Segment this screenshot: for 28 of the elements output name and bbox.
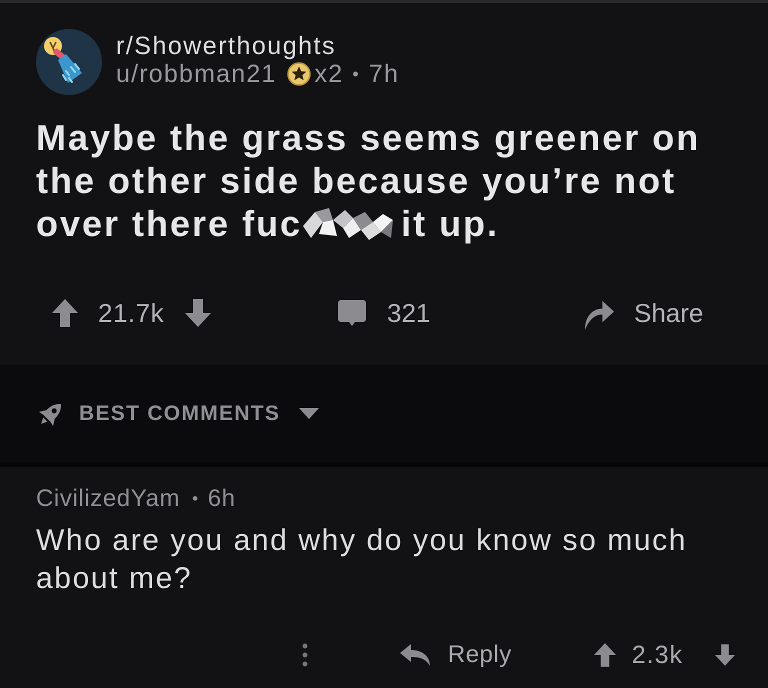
share-button[interactable]: Share bbox=[583, 296, 704, 330]
more-options-icon[interactable] bbox=[302, 643, 308, 667]
post-title-ending: it up. bbox=[401, 202, 500, 245]
reply-button[interactable]: Reply bbox=[400, 641, 512, 669]
comment-author[interactable]: CivilizedYam bbox=[36, 485, 180, 513]
up-arrow-icon[interactable] bbox=[594, 642, 616, 668]
post-score: 21.7k bbox=[98, 298, 164, 328]
reply-arrow-icon bbox=[400, 644, 430, 666]
comments-button[interactable]: 321 bbox=[338, 298, 430, 328]
sort-dropdown[interactable]: BEST COMMENTS bbox=[36, 398, 320, 428]
meta-separator: • bbox=[352, 63, 360, 86]
censor-mosaic-icon bbox=[303, 208, 394, 240]
speech-bubble-icon bbox=[338, 300, 366, 326]
post-age: 7h bbox=[368, 60, 400, 88]
down-arrow-icon[interactable] bbox=[185, 299, 212, 327]
down-arrow-icon[interactable] bbox=[715, 642, 735, 668]
award-count: x2 bbox=[314, 60, 344, 88]
caret-icon bbox=[299, 408, 320, 419]
comment-age: 6h bbox=[208, 485, 236, 513]
lightbulb-avatar-icon[interactable] bbox=[36, 29, 102, 95]
comment-body: Who are you and why do you know so much about me? bbox=[36, 523, 688, 597]
author-link[interactable]: u/robbman21 bbox=[116, 60, 277, 88]
meta-separator: • bbox=[192, 489, 199, 509]
star-award-icon bbox=[286, 62, 311, 86]
up-arrow-icon[interactable] bbox=[52, 299, 78, 327]
post-title-last-line: over there fuc bbox=[36, 202, 302, 245]
subreddit-link[interactable]: r/Showerthoughts bbox=[116, 32, 336, 60]
comment-score: 2.3k bbox=[632, 640, 683, 670]
